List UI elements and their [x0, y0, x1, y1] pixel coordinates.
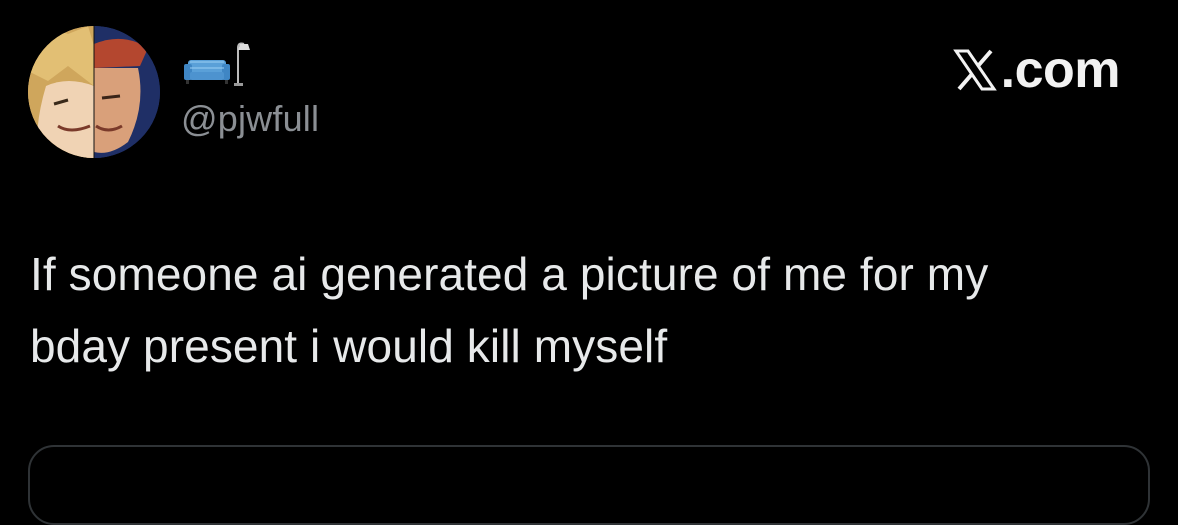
brand-label: .com	[1000, 41, 1121, 99]
embedded-card[interactable]	[28, 445, 1150, 525]
display-name[interactable]	[182, 38, 252, 88]
brand-watermark: .com	[952, 40, 1121, 100]
tweet-text-line: If someone ai generated a picture of me …	[30, 248, 989, 300]
x-logo-icon	[952, 49, 997, 91]
author-handle[interactable]: @pjwfull	[181, 98, 319, 140]
tweet-card: @pjwfull .com If someone ai generated a …	[0, 0, 1178, 525]
couch-and-lamp-icon	[184, 42, 250, 86]
avatar-image	[28, 26, 160, 158]
avatar[interactable]	[28, 26, 160, 158]
tweet-text: If someone ai generated a picture of me …	[30, 238, 1140, 382]
tweet-text-line: bday present i would kill myself	[30, 320, 668, 372]
